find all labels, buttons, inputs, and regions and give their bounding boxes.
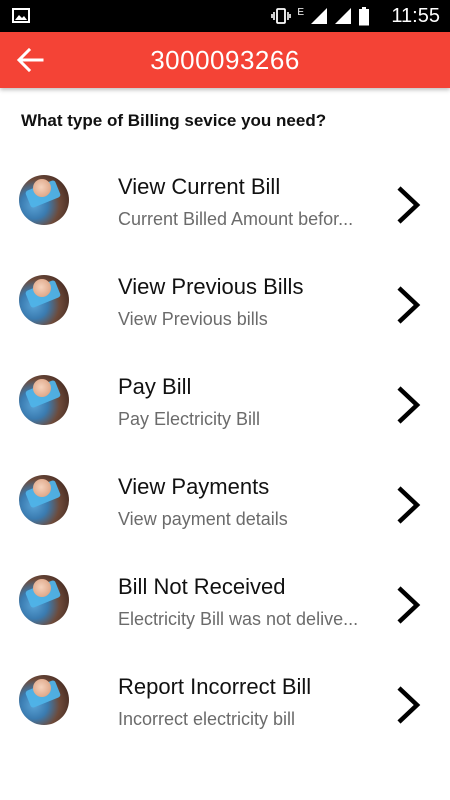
list-item-pay-bill[interactable]: Pay Bill Pay Electricity Bill — [0, 350, 450, 450]
chevron-right-icon — [397, 386, 421, 424]
bill-thumbnail-icon — [19, 475, 69, 525]
item-subtitle: Pay Electricity Bill — [118, 409, 261, 429]
item-title: View Payments — [118, 474, 270, 499]
list-item-view-payments[interactable]: View Payments View payment details — [0, 450, 450, 550]
section-heading: What type of Billing sevice you need? — [21, 111, 327, 130]
signal-icon — [311, 8, 327, 24]
bill-thumbnail-icon — [19, 275, 69, 325]
list-item-bill-not-received[interactable]: Bill Not Received Electricity Bill was n… — [0, 550, 450, 650]
item-subtitle: View Previous bills — [118, 309, 268, 329]
bill-thumbnail-icon — [19, 175, 69, 225]
item-subtitle: Electricity Bill was not delive... — [118, 609, 359, 629]
item-title: Bill Not Received — [118, 574, 286, 599]
chevron-right-icon — [397, 586, 421, 624]
chevron-right-icon — [397, 286, 421, 324]
gallery-notification-icon — [12, 8, 30, 23]
list-item-report-incorrect-bill[interactable]: Report Incorrect Bill Incorrect electric… — [0, 650, 450, 750]
billing-services-list: View Current Bill Current Billed Amount … — [0, 150, 450, 750]
list-item-view-previous-bills[interactable]: View Previous Bills View Previous bills — [0, 250, 450, 350]
status-bar: E 11:55 — [0, 0, 450, 32]
signal-icon-2 — [335, 8, 351, 24]
network-type-label: E — [297, 7, 304, 18]
app-bar: 3000093266 — [0, 32, 450, 88]
chevron-right-icon — [397, 186, 421, 224]
item-title: View Previous Bills — [118, 274, 304, 299]
bill-thumbnail-icon — [19, 675, 69, 725]
bill-thumbnail-icon — [19, 375, 69, 425]
bill-thumbnail-icon — [19, 575, 69, 625]
vibrate-icon — [271, 8, 292, 24]
clock: 11:55 — [391, 5, 440, 27]
page-title: 3000093266 — [150, 45, 300, 75]
item-title: Report Incorrect Bill — [118, 674, 312, 699]
item-title: View Current Bill — [118, 174, 281, 199]
status-icons: E — [271, 6, 370, 25]
chevron-right-icon — [397, 686, 421, 724]
list-item-view-current-bill[interactable]: View Current Bill Current Billed Amount … — [0, 150, 450, 250]
item-subtitle: View payment details — [118, 509, 288, 529]
item-title: Pay Bill — [118, 374, 192, 399]
item-subtitle: Current Billed Amount befor... — [118, 209, 354, 229]
battery-icon — [359, 6, 369, 25]
chevron-right-icon — [397, 486, 421, 524]
item-subtitle: Incorrect electricity bill — [118, 709, 296, 729]
